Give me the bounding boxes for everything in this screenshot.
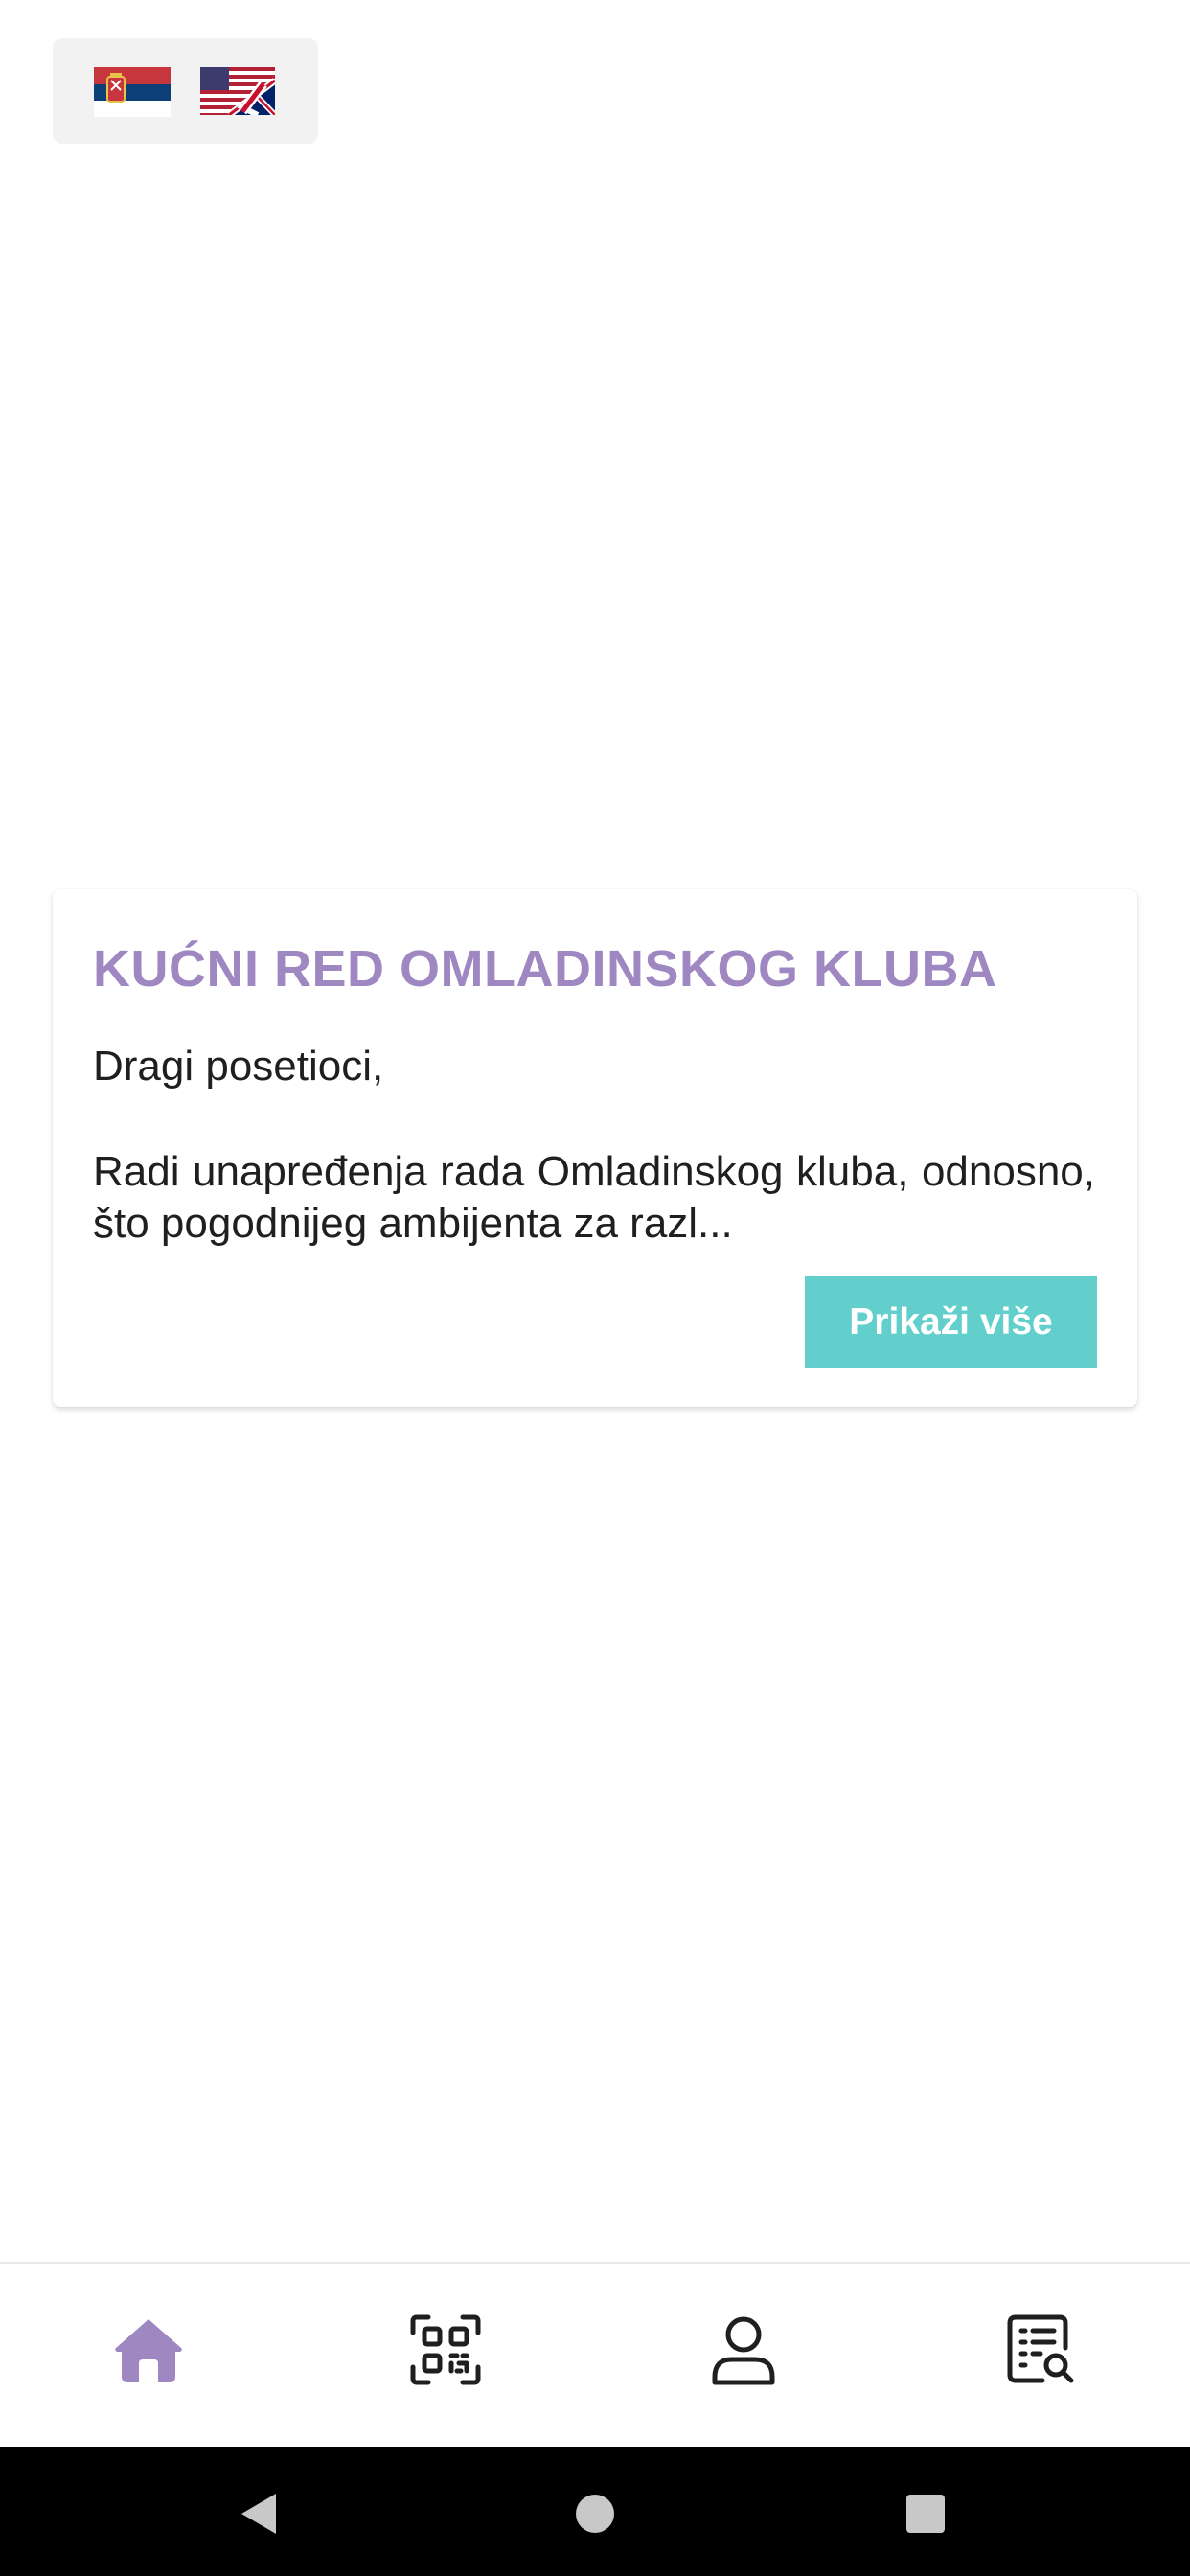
recent-apps-icon[interactable] <box>897 2485 954 2542</box>
home-circle-icon[interactable] <box>566 2485 624 2542</box>
language-switcher <box>53 38 318 144</box>
profile-icon <box>712 2316 775 2385</box>
system-navigation-bar <box>0 2447 1190 2576</box>
announcement-card: KUĆNI RED OMLADINSKOG KLUBA Dragi poseti… <box>53 889 1137 1407</box>
announcement-excerpt: Radi unapređenja rada Omladinskog kluba,… <box>93 1148 1095 1247</box>
search-list-icon <box>1007 2314 1074 2383</box>
show-more-button[interactable]: Prikaži više <box>805 1276 1097 1368</box>
home-icon <box>115 2319 182 2382</box>
serbian-flag-icon[interactable] <box>94 67 171 117</box>
nav-qr-scan[interactable] <box>407 2312 484 2388</box>
english-flag-icon[interactable] <box>200 67 275 115</box>
back-icon[interactable] <box>230 2485 287 2542</box>
qr-code-icon <box>410 2314 481 2385</box>
bottom-navigation <box>0 2262 1190 2449</box>
announcement-title: KUĆNI RED OMLADINSKOG KLUBA <box>93 940 997 998</box>
nav-home[interactable] <box>110 2312 187 2388</box>
announcement-greeting: Dragi posetioci, <box>93 1043 384 1090</box>
nav-profile[interactable] <box>705 2312 782 2388</box>
nav-search-list[interactable] <box>1002 2312 1079 2388</box>
